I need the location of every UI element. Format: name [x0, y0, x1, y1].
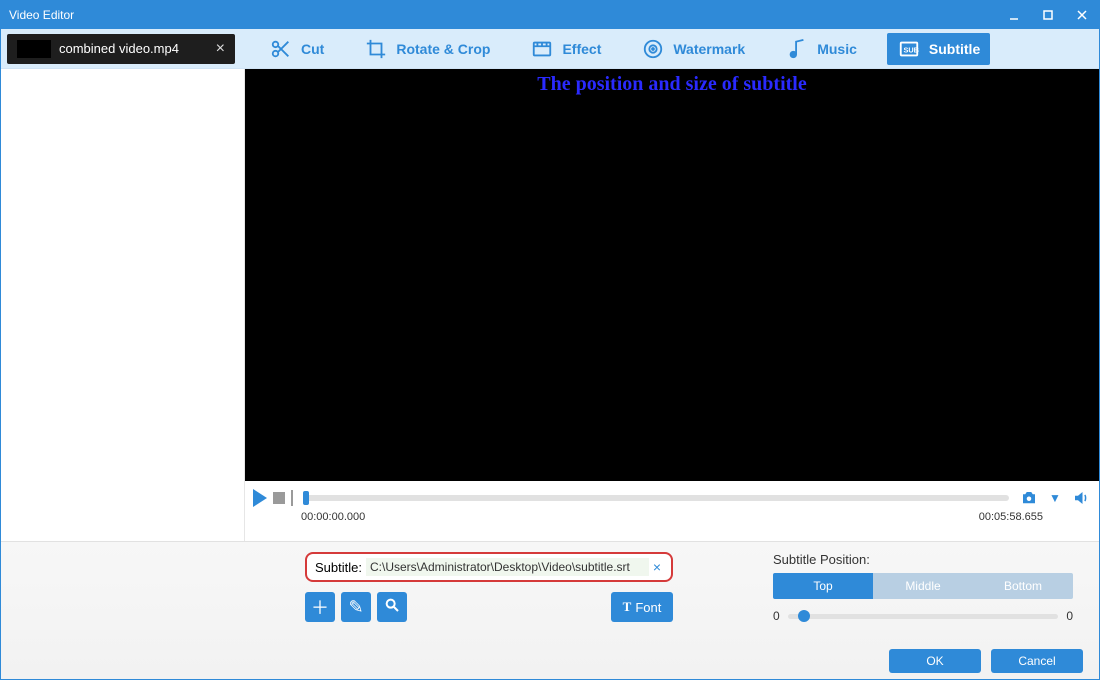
maximize-button[interactable] — [1031, 1, 1065, 29]
file-thumbnail — [17, 40, 51, 58]
music-icon — [785, 37, 809, 61]
position-marker — [291, 490, 293, 506]
subtitle-position-label: Subtitle Position: — [773, 552, 1073, 567]
stop-icon — [273, 492, 285, 504]
subtitle-position-controls: Subtitle Position: Top Middle Bottom 0 0 — [773, 552, 1073, 643]
snapshot-button[interactable] — [1019, 488, 1039, 508]
tool-tabs: Cut Rotate & Crop Effect Watermark Music… — [245, 29, 1099, 68]
tab-subtitle[interactable]: SUB Subtitle — [887, 33, 990, 65]
tab-watermark[interactable]: Watermark — [631, 33, 755, 65]
play-icon — [253, 489, 267, 507]
tab-rotate-label: Rotate & Crop — [396, 41, 490, 57]
time-start: 00:00:00.000 — [301, 511, 365, 523]
tab-cut-label: Cut — [301, 41, 324, 57]
crop-icon — [364, 37, 388, 61]
subtitle-controls: Subtitle: × ＋ ✎ T Font — [305, 552, 673, 643]
watermark-icon — [641, 37, 665, 61]
minimize-button[interactable] — [997, 1, 1031, 29]
subtitle-label: Subtitle: — [315, 560, 362, 575]
seek-slider[interactable] — [303, 495, 1009, 501]
cancel-button[interactable]: Cancel — [991, 649, 1083, 673]
ok-button[interactable]: OK — [889, 649, 981, 673]
file-name: combined video.mp4 — [59, 41, 179, 56]
pencil-icon: ✎ — [348, 597, 363, 618]
main-area: The position and size of subtitle ▼ 00:0… — [1, 69, 1099, 541]
font-button[interactable]: T Font — [611, 592, 673, 622]
time-end: 00:05:58.655 — [979, 511, 1043, 523]
position-slider[interactable] — [788, 614, 1059, 619]
seek-handle[interactable] — [303, 491, 309, 505]
volume-button[interactable] — [1071, 488, 1091, 508]
app-window: Video Editor combined video.mp4 × Cut Ro… — [0, 0, 1100, 680]
plus-icon: ＋ — [311, 594, 329, 620]
search-icon — [384, 597, 400, 618]
tab-music[interactable]: Music — [775, 33, 867, 65]
add-subtitle-button[interactable]: ＋ — [305, 592, 335, 622]
clear-subtitle-icon[interactable]: × — [649, 559, 665, 575]
top-strip: combined video.mp4 × Cut Rotate & Crop E… — [1, 29, 1099, 69]
tab-effect-label: Effect — [562, 41, 601, 57]
scissors-icon — [269, 37, 293, 61]
position-slider-knob[interactable] — [798, 610, 810, 622]
transport-bar: ▼ 00:00:00.000 00:05:58.655 — [245, 481, 1099, 541]
position-segmented: Top Middle Bottom — [773, 573, 1073, 599]
edit-subtitle-button[interactable]: ✎ — [341, 592, 371, 622]
file-tab-area: combined video.mp4 × — [1, 29, 245, 68]
search-subtitle-button[interactable] — [377, 592, 407, 622]
tab-watermark-label: Watermark — [673, 41, 745, 57]
position-middle-button[interactable]: Middle — [873, 573, 973, 599]
tab-effect[interactable]: Effect — [520, 33, 611, 65]
position-slider-min: 0 — [773, 609, 780, 623]
chevron-down-icon[interactable]: ▼ — [1045, 488, 1065, 508]
tab-subtitle-label: Subtitle — [929, 41, 980, 57]
sidebar — [1, 69, 245, 541]
tab-cut[interactable]: Cut — [259, 33, 334, 65]
subtitle-path-input[interactable] — [366, 558, 649, 576]
subtitle-path-box: Subtitle: × — [305, 552, 673, 582]
play-button[interactable] — [253, 489, 267, 507]
font-t-icon: T — [623, 599, 632, 615]
player-column: The position and size of subtitle ▼ 00:0… — [245, 69, 1099, 541]
tab-rotate-crop[interactable]: Rotate & Crop — [354, 33, 500, 65]
titlebar: Video Editor — [1, 1, 1099, 29]
video-preview: The position and size of subtitle — [245, 69, 1099, 481]
dialog-footer: OK Cancel — [1, 643, 1099, 679]
svg-text:SUB: SUB — [903, 45, 918, 54]
close-window-button[interactable] — [1065, 1, 1099, 29]
position-top-button[interactable]: Top — [773, 573, 873, 599]
stop-button[interactable] — [273, 492, 285, 504]
subtitle-overlay: The position and size of subtitle — [245, 73, 1099, 96]
position-bottom-button[interactable]: Bottom — [973, 573, 1073, 599]
position-slider-max: 0 — [1066, 609, 1073, 623]
file-tab-close-icon[interactable]: × — [208, 40, 225, 58]
window-title: Video Editor — [9, 8, 74, 22]
file-tab[interactable]: combined video.mp4 × — [7, 34, 235, 64]
tab-music-label: Music — [817, 41, 857, 57]
effect-icon — [530, 37, 554, 61]
font-button-label: Font — [635, 600, 661, 615]
subtitle-icon: SUB — [897, 37, 921, 61]
bottom-panel: Subtitle: × ＋ ✎ T Font Subtitle Position… — [1, 541, 1099, 679]
